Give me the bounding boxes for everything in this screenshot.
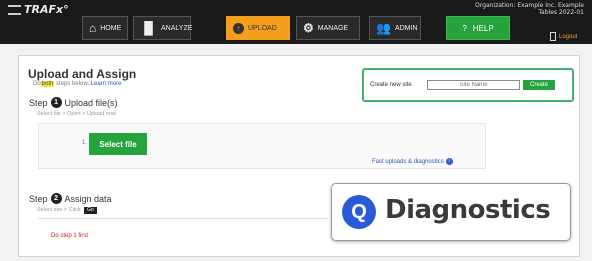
go-badge: Go <box>84 207 97 214</box>
step2-hint: Select site > Click Go <box>37 207 97 214</box>
logout-button[interactable]: Logout <box>550 30 590 43</box>
app-logo[interactable]: TRAFx° <box>8 3 69 16</box>
page-title: Upload and Assign <box>28 67 137 81</box>
nav-home[interactable]: ⌂ HOME <box>82 16 128 40</box>
upload-icon: ↑ <box>233 22 244 34</box>
step1-heading: Step 1 Upload file(s) <box>29 97 118 108</box>
menu-icon <box>8 5 21 15</box>
users-icon: 👥 <box>376 21 391 35</box>
logout-icon <box>550 32 556 41</box>
step1-number-badge: 1 <box>50 97 62 108</box>
nav-manage[interactable]: ⚙ MANAGE <box>296 16 360 40</box>
step1-hint: Select file > Open > Upload now <box>37 111 116 117</box>
diagnostics-title: Diagnostics <box>385 195 551 225</box>
gears-icon: ⚙ <box>303 21 314 35</box>
nav-admin[interactable]: 👥 ADMIN <box>369 16 421 40</box>
page-subtitle: Doboth steps below. Learn more <box>33 81 122 87</box>
nav-upload[interactable]: ↑ UPLOAD <box>226 16 290 40</box>
site-name-input[interactable] <box>427 80 520 90</box>
diagnostics-icon: Q <box>342 195 376 229</box>
file-index: 1. <box>82 140 88 146</box>
bar-chart-icon: ▐▌ <box>140 21 158 35</box>
top-navigation-bar: TRAFx° Organization: Example Inc. Exampl… <box>0 0 592 44</box>
step-error-message: Do step 1 first <box>51 233 89 239</box>
learn-more-link[interactable]: Learn more <box>91 81 122 87</box>
select-file-button[interactable]: Select file <box>89 133 147 155</box>
info-icon: i <box>445 158 453 165</box>
organization-info: Organization: Example Inc. Example Table… <box>475 2 584 16</box>
step2-heading: Step 2 Assign data <box>29 193 112 204</box>
step2-number-badge: 2 <box>50 193 62 204</box>
nav-analyze[interactable]: ▐▌ ANALYZE <box>133 16 192 40</box>
home-icon: ⌂ <box>89 21 97 35</box>
question-icon: ? <box>462 23 467 33</box>
create-site-label: Create new site <box>370 82 412 88</box>
fast-uploads-link[interactable]: Fast uploads & diagnostics i <box>372 158 453 165</box>
help-button[interactable]: ? HELP <box>446 16 510 40</box>
create-site-button[interactable]: Create <box>523 80 555 90</box>
